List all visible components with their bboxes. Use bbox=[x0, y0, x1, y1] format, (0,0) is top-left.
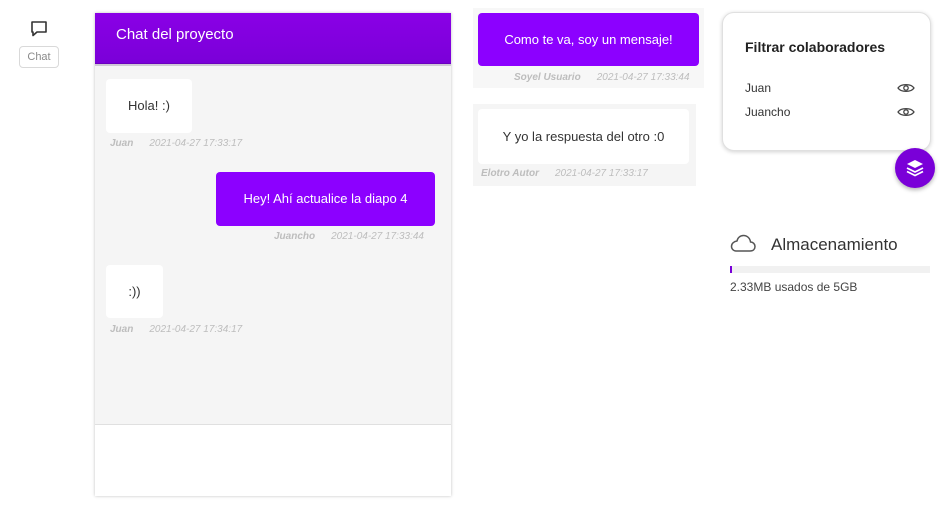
message-time: 2021-04-27 17:33:44 bbox=[331, 231, 424, 242]
storage-usage-text: 2.33MB usados de 5GB bbox=[730, 280, 858, 294]
chat-nav-label[interactable]: Chat bbox=[19, 46, 59, 68]
collaborator-name: Juan bbox=[745, 81, 772, 95]
chat-bubble-icon[interactable] bbox=[29, 19, 49, 39]
message-author: Juan bbox=[110, 138, 134, 149]
collaborator-name: Juancho bbox=[745, 105, 791, 119]
chat-panel: Chat del proyecto Hola! :) Juan 2021-04-2… bbox=[95, 13, 451, 496]
sample-incoming-message: Y yo la respuesta del otro :0 Elotro Aut… bbox=[473, 104, 696, 186]
storage-title: Almacenamiento bbox=[771, 235, 898, 254]
chat-title: Chat del proyecto bbox=[116, 26, 234, 43]
message-author: Soyel Usuario bbox=[514, 72, 581, 83]
sample-outgoing-message: Como te va, soy un mensaje! Soyel Usuari… bbox=[473, 8, 704, 88]
eye-icon[interactable] bbox=[897, 81, 915, 95]
message-meta: Juancho 2021-04-27 17:33:44 bbox=[274, 231, 424, 242]
message-time: 2021-04-27 17:33:17 bbox=[554, 168, 648, 179]
message-time: 2021-04-27 17:33:17 bbox=[149, 138, 243, 149]
filter-title: Filtrar colaboradores bbox=[745, 39, 886, 55]
storage-progress-fill bbox=[730, 266, 732, 273]
eye-icon[interactable] bbox=[897, 105, 915, 119]
chat-message-input[interactable] bbox=[95, 424, 451, 496]
message-time: 2021-04-27 17:34:17 bbox=[149, 324, 243, 335]
message-bubble: Hola! :) bbox=[106, 79, 192, 133]
message-time: 2021-04-27 17:33:44 bbox=[596, 72, 690, 83]
message-bubble: Y yo la respuesta del otro :0 bbox=[478, 109, 689, 164]
collaborator-row: Juancho bbox=[745, 105, 915, 121]
message-bubble-own: Como te va, soy un mensaje! bbox=[478, 13, 699, 66]
layers-icon bbox=[906, 160, 924, 177]
message-author: Juancho bbox=[274, 231, 316, 242]
message-bubble-own: Hey! Ahí actualice la diapo 4 bbox=[216, 172, 435, 226]
message-meta: Soyel Usuario 2021-04-27 17:33:44 bbox=[514, 72, 690, 83]
cloud-icon bbox=[729, 232, 757, 254]
storage-progress-bar bbox=[730, 266, 930, 273]
message-meta: Juan 2021-04-27 17:33:17 bbox=[110, 138, 242, 149]
layers-toggle-button[interactable] bbox=[895, 148, 935, 188]
filter-collaborators-card: Filtrar colaboradores Juan Juancho bbox=[722, 12, 931, 151]
message-bubble: :)) bbox=[106, 265, 163, 318]
message-meta: Juan 2021-04-27 17:34:17 bbox=[110, 324, 242, 335]
collaborator-row: Juan bbox=[745, 81, 915, 97]
chat-header: Chat del proyecto bbox=[95, 13, 451, 66]
message-author: Elotro Autor bbox=[481, 168, 539, 179]
message-author: Juan bbox=[110, 324, 134, 335]
message-meta: Elotro Autor 2021-04-27 17:33:17 bbox=[481, 168, 648, 179]
